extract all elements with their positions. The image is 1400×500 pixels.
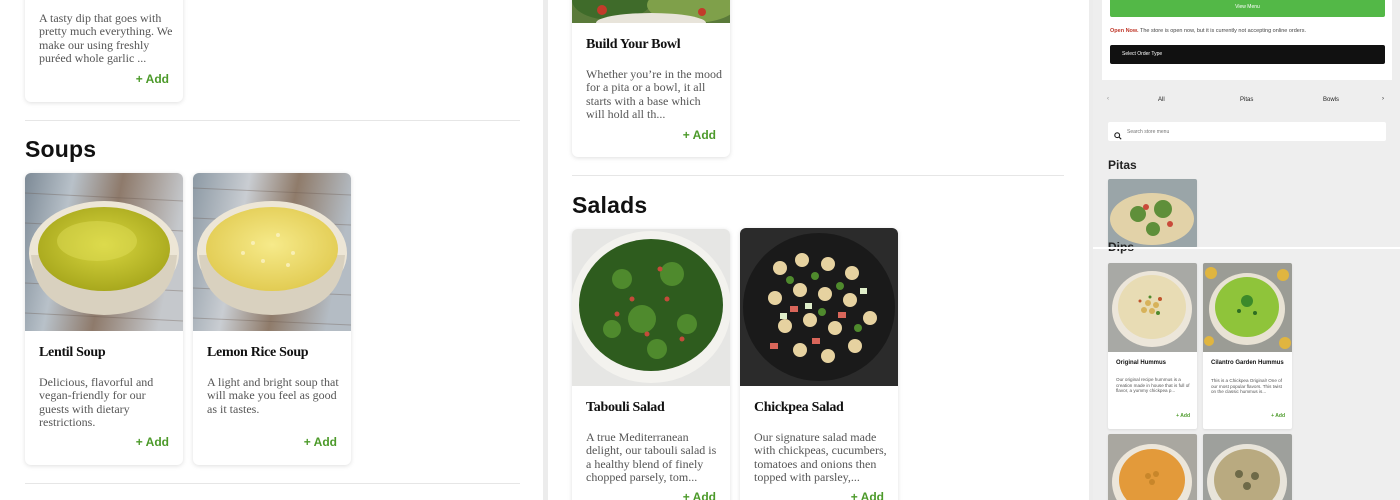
select-order-type-button[interactable]: Select Order Type xyxy=(1110,45,1385,64)
search-icon xyxy=(1114,127,1122,145)
card-description: A tasty dip that goes with pretty much e… xyxy=(39,11,173,66)
add-button[interactable]: + Add xyxy=(683,490,716,500)
mobile-panel: View Menu Open Now. The store is open no… xyxy=(1093,0,1400,500)
middle-panel: Build Your Bowl Whether you’re in the mo… xyxy=(548,0,1089,500)
card-title: Original Hummus xyxy=(1116,360,1167,366)
chevron-right-icon[interactable]: › xyxy=(1382,96,1384,102)
add-button[interactable]: + Add xyxy=(1271,413,1285,419)
card-title: Lentil Soup xyxy=(39,345,106,360)
build-your-bowl-card[interactable]: Build Your Bowl Whether you’re in the mo… xyxy=(572,0,730,157)
open-now-label: Open Now. xyxy=(1110,28,1139,34)
card-description: Our original recipe hummus is a creation… xyxy=(1116,377,1190,394)
search-input[interactable] xyxy=(1127,124,1377,139)
card-title: Cilantro Garden Hummus xyxy=(1211,360,1284,366)
store-status-message: The store is open now, but it is current… xyxy=(1139,28,1306,34)
sticky-overlap xyxy=(1093,247,1400,249)
lemon-rice-soup-image xyxy=(193,173,351,331)
bowl-image xyxy=(572,0,730,23)
add-button[interactable]: + Add xyxy=(304,435,337,449)
add-button[interactable]: + Add xyxy=(136,72,169,86)
chickpea-salad-image xyxy=(740,228,898,386)
dip-image xyxy=(1203,434,1292,500)
card-description: A light and bright soup that will make y… xyxy=(207,375,339,416)
card-description: Our signature salad made with chickpeas,… xyxy=(754,430,887,485)
soup-card-lemon-rice[interactable]: Lemon Rice Soup A light and bright soup … xyxy=(193,173,351,465)
dip-image xyxy=(1108,434,1197,500)
add-button[interactable]: + Add xyxy=(851,490,884,500)
store-header: View Menu Open Now. The store is open no… xyxy=(1102,0,1392,80)
card-description: This is a Chickpea Original! One of our … xyxy=(1211,378,1282,395)
soup-card-lentil[interactable]: Lentil Soup Delicious, flavorful and veg… xyxy=(25,173,183,465)
tab-all[interactable]: All xyxy=(1158,97,1165,103)
section-title-salads: Salads xyxy=(572,192,648,218)
dip-card-original-hummus[interactable]: Original Hummus Our original recipe humm… xyxy=(1108,263,1197,429)
tabouli-salad-image xyxy=(572,229,730,386)
section-divider xyxy=(25,483,520,484)
add-button[interactable]: + Add xyxy=(683,128,716,142)
card-description: Whether you’re in the mood for a pita or… xyxy=(586,67,722,122)
card-description: Delicious, flavorful and vegan-friendly … xyxy=(39,375,154,430)
view-menu-button[interactable]: View Menu xyxy=(1110,0,1385,17)
card-title: Lemon Rice Soup xyxy=(207,345,309,360)
section-divider xyxy=(572,175,1064,176)
dip-card-cilantro-garden-hummus[interactable]: Cilantro Garden Hummus This is a Chickpe… xyxy=(1203,263,1292,429)
add-button[interactable]: + Add xyxy=(136,435,169,449)
tab-pitas[interactable]: Pitas xyxy=(1240,97,1253,103)
section-title-soups: Soups xyxy=(25,136,97,162)
left-panel: A tasty dip that goes with pretty much e… xyxy=(0,0,543,500)
add-button[interactable]: + Add xyxy=(1176,413,1190,419)
lentil-soup-image xyxy=(25,173,183,331)
chevron-left-icon[interactable]: ‹ xyxy=(1107,96,1109,102)
card-description: A true Mediterranean delight, our taboul… xyxy=(586,430,717,485)
card-title: Build Your Bowl xyxy=(586,37,681,52)
original-hummus-image xyxy=(1108,263,1197,352)
section-heading-pitas: Pitas xyxy=(1108,158,1137,172)
card-title: Tabouli Salad xyxy=(586,400,665,415)
dip-card[interactable]: A tasty dip that goes with pretty much e… xyxy=(25,0,183,102)
store-status: Open Now. The store is open now, but it … xyxy=(1110,28,1390,34)
dip-card-4[interactable] xyxy=(1203,434,1292,500)
card-title: Chickpea Salad xyxy=(754,400,844,415)
section-divider xyxy=(25,120,520,121)
category-tabs: ‹ All Pitas Bowls › xyxy=(1105,96,1391,111)
search-bar xyxy=(1108,122,1386,141)
dip-card-3[interactable] xyxy=(1108,434,1197,500)
pita-image xyxy=(1108,179,1197,248)
tab-bowls[interactable]: Bowls xyxy=(1323,97,1339,103)
cilantro-hummus-image xyxy=(1203,263,1292,352)
salad-card-tabouli[interactable]: Tabouli Salad A true Mediterranean delig… xyxy=(572,229,730,500)
pita-card[interactable] xyxy=(1108,179,1197,248)
salad-card-chickpea[interactable]: Chickpea Salad Our signature salad made … xyxy=(740,228,898,500)
